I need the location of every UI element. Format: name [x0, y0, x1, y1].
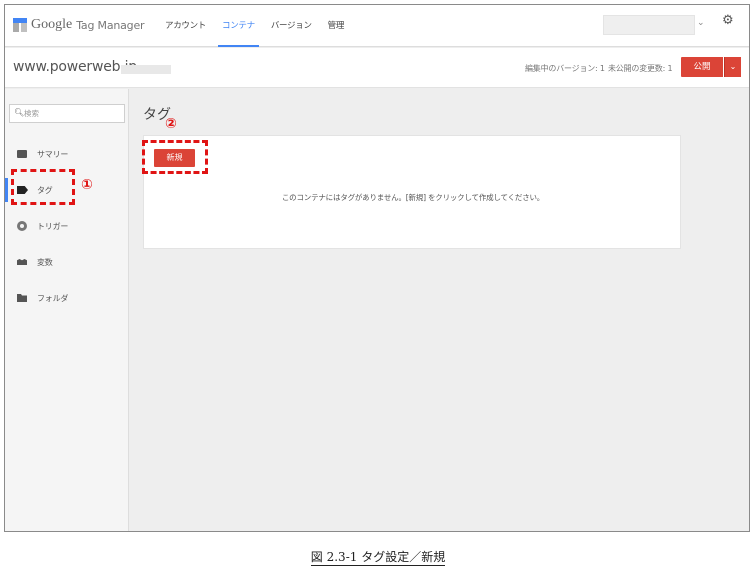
- trigger-icon: [17, 221, 27, 231]
- summary-icon: [17, 150, 27, 158]
- folder-icon: [17, 294, 27, 302]
- annotation-marker-2: ②: [165, 116, 177, 132]
- nav-admin[interactable]: 管理: [320, 5, 352, 47]
- search-box[interactable]: 🔍︎: [9, 104, 125, 123]
- sidebar-item-triggers[interactable]: トリガー: [5, 214, 129, 238]
- figure-caption-text: 図 2.3-1 タグ設定／新規: [310, 550, 446, 566]
- tags-card: 新規 このコンテナにはタグがありません。[新規] をクリックして作成してください…: [143, 135, 681, 249]
- logo-google-text: Google: [31, 17, 73, 32]
- container-bar: www.powerweb.jp 編集中のバージョン: 1 未公開の変更数: 1 …: [5, 48, 749, 88]
- annotation-marker-1: ①: [81, 177, 93, 193]
- nav-versions[interactable]: バージョン: [263, 5, 320, 47]
- sidebar-item-label: 変数: [37, 257, 53, 267]
- gtm-logo[interactable]: Google Tag Manager: [13, 17, 145, 33]
- publish-dropdown-button[interactable]: ⌄: [724, 57, 741, 77]
- gear-icon[interactable]: ⚙: [722, 13, 734, 28]
- logo-product-text: Tag Manager: [76, 18, 145, 32]
- search-input[interactable]: [24, 107, 120, 120]
- gtm-logo-icon: [13, 18, 27, 32]
- sidebar-item-variables[interactable]: 変数: [5, 250, 129, 274]
- unpublished-changes-label[interactable]: 未公開の変更数: 1: [608, 63, 673, 74]
- sidebar-item-label: トリガー: [37, 221, 69, 231]
- main-nav: アカウント コンテナ バージョン 管理: [157, 5, 352, 47]
- account-selector[interactable]: [603, 15, 695, 35]
- app-window: Google Tag Manager アカウント コンテナ バージョン 管理 ⌄…: [4, 4, 750, 532]
- nav-account[interactable]: アカウント: [157, 5, 214, 47]
- sidebar-item-label: フォルダ: [37, 293, 69, 303]
- figure-caption: 図 2.3-1 タグ設定／新規: [0, 548, 756, 566]
- sidebar-item-folders[interactable]: フォルダ: [5, 286, 129, 310]
- container-name: www.powerweb.jp: [13, 59, 137, 75]
- annotation-box-1: [11, 169, 75, 205]
- sidebar-item-summary[interactable]: サマリー: [5, 142, 129, 166]
- sidebar-item-label: サマリー: [37, 149, 69, 159]
- empty-state-message: このコンテナにはタグがありません。[新規] をクリックして作成してください。: [281, 193, 545, 202]
- editing-version-label: 編集中のバージョン: 1: [525, 64, 605, 73]
- top-bar: Google Tag Manager アカウント コンテナ バージョン 管理 ⌄…: [5, 5, 749, 47]
- variables-icon: [17, 259, 27, 265]
- publish-button[interactable]: 公開: [681, 57, 723, 77]
- sidebar: 🔍︎ サマリー タグ トリガー 変数 フォルダ: [5, 89, 129, 531]
- container-id-redacted: [121, 65, 171, 74]
- chevron-down-icon[interactable]: ⌄: [697, 18, 705, 28]
- annotation-box-2: [142, 140, 208, 174]
- nav-container[interactable]: コンテナ: [214, 5, 263, 47]
- search-icon: 🔍︎: [14, 108, 25, 117]
